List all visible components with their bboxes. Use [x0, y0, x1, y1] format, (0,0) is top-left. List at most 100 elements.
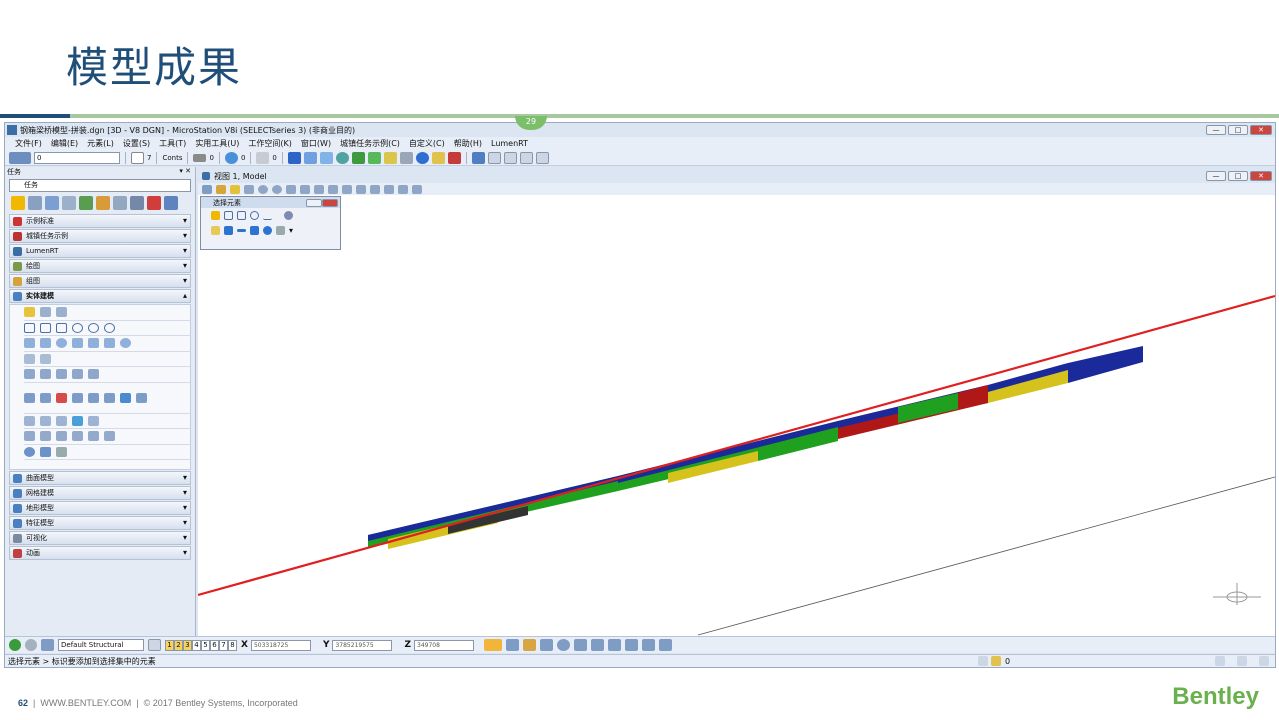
torus-icon[interactable] [104, 338, 115, 349]
view-toggle-5[interactable]: 5 [201, 639, 210, 651]
panel-pin-icon[interactable]: ▾ ✕ [179, 167, 191, 178]
category-mesh-modeling[interactable]: 网格建模 ▾ [9, 486, 191, 500]
element-template-select[interactable]: Default Structural [58, 639, 144, 651]
materials-icon[interactable] [383, 151, 397, 164]
manipulate-icon[interactable] [96, 196, 110, 210]
category-surface-modeling[interactable]: 曲面模型 ▾ [9, 471, 191, 485]
cut-icon[interactable] [72, 392, 83, 403]
category-visualization[interactable]: 可视化 ▾ [9, 531, 191, 545]
subtract-icon[interactable] [56, 392, 67, 403]
shape-select-icon[interactable] [237, 211, 246, 220]
snap-parallel-icon[interactable] [659, 639, 673, 651]
update-view-icon[interactable] [244, 184, 254, 194]
curve-icon[interactable] [56, 307, 67, 318]
sphere-icon[interactable] [56, 338, 67, 349]
circle-select-icon[interactable] [250, 211, 259, 220]
rotate-view-icon[interactable] [314, 184, 324, 194]
revolve-icon[interactable] [40, 369, 51, 380]
snap-tangent-icon[interactable] [625, 639, 639, 651]
menu-window[interactable]: 窗口(W) [301, 138, 331, 149]
ellipse-icon[interactable] [88, 322, 99, 333]
close-icon[interactable]: ✕ [1250, 125, 1272, 135]
view-next-icon[interactable] [356, 184, 366, 194]
view-previous-icon[interactable] [342, 184, 352, 194]
menu-workspace[interactable]: 工作空间(K) [248, 138, 292, 149]
category-feature-model[interactable]: 特征模型 ▾ [9, 516, 191, 530]
design-history-icon[interactable] [1215, 656, 1225, 666]
delete-icon[interactable] [147, 196, 161, 210]
accusnap-icon[interactable] [484, 639, 503, 651]
interference-icon[interactable] [56, 446, 67, 457]
back-icon[interactable] [9, 639, 21, 651]
walk-icon[interactable] [398, 184, 408, 194]
category-town-tasks[interactable]: 城镇任务示例 ▾ [9, 229, 191, 243]
view-groups-icon[interactable] [148, 639, 161, 651]
category-example-standards[interactable]: 示例标准 ▾ [9, 214, 191, 228]
z-input[interactable]: 349708 [414, 639, 475, 651]
category-lumenrt[interactable]: LumenRT ▾ [9, 244, 191, 258]
zoom-out-icon[interactable] [272, 184, 282, 194]
line-weight-icon[interactable] [193, 153, 207, 162]
menu-help[interactable]: 帮助(H) [454, 138, 482, 149]
menu-customize[interactable]: 自定义(C) [409, 138, 445, 149]
draft-icon[interactable] [104, 431, 115, 442]
arc-icon[interactable] [40, 307, 51, 318]
menu-settings[interactable]: 设置(S) [123, 138, 150, 149]
view-iso-icon[interactable] [535, 151, 549, 164]
emboss-icon[interactable] [88, 431, 99, 442]
select-all-icon[interactable] [284, 211, 293, 220]
wedge-icon[interactable] [88, 338, 99, 349]
modify-face-icon[interactable] [24, 415, 35, 426]
fit-view-icon[interactable] [300, 184, 310, 194]
level-select[interactable]: 0 [34, 151, 120, 164]
priority-icon[interactable] [256, 151, 270, 164]
transparency-value[interactable]: 0 [241, 154, 245, 162]
polygon-icon[interactable] [56, 322, 67, 333]
rib-icon[interactable] [72, 431, 83, 442]
intersect-icon[interactable] [40, 392, 51, 403]
cancel-icon[interactable] [447, 151, 461, 164]
models-icon[interactable] [303, 151, 317, 164]
subtract-selection-icon[interactable] [237, 229, 246, 232]
oval-icon[interactable] [104, 322, 115, 333]
measure-icon[interactable] [45, 196, 59, 210]
view-top-icon[interactable] [487, 151, 501, 164]
window-area-icon[interactable] [286, 184, 296, 194]
copy-icon[interactable] [113, 196, 127, 210]
camera-icon[interactable] [370, 184, 380, 194]
menu-tools[interactable]: 工具(T) [159, 138, 186, 149]
active-level-icon[interactable] [991, 656, 1001, 666]
menu-utilities[interactable]: 实用工具(U) [195, 138, 239, 149]
query-icon[interactable] [24, 446, 35, 457]
display-style-view-icon[interactable] [216, 184, 226, 194]
clip-volume-icon[interactable] [384, 184, 394, 194]
snap-intersection-icon[interactable] [608, 639, 622, 651]
minimize-icon[interactable]: — [1206, 125, 1226, 135]
pan-view-icon[interactable] [328, 184, 338, 194]
menu-edit[interactable]: 编辑(E) [51, 138, 78, 149]
level-manager-icon[interactable] [9, 151, 31, 164]
snap-center-icon[interactable] [557, 639, 571, 651]
save-status-icon[interactable] [1237, 656, 1247, 666]
mass-icon[interactable] [40, 446, 51, 457]
undo-icon[interactable] [471, 151, 485, 164]
pointer-icon[interactable] [41, 639, 54, 651]
align-icon[interactable] [72, 415, 83, 426]
shell-icon[interactable] [72, 369, 83, 380]
fillet-icon[interactable] [88, 392, 99, 403]
circle-icon[interactable] [72, 322, 83, 333]
snap-nearest-icon[interactable] [506, 639, 520, 651]
cylinder-icon[interactable] [72, 338, 83, 349]
category-group[interactable]: 组图 ▾ [9, 274, 191, 288]
priority-value[interactable]: 0 [272, 154, 276, 162]
box-icon[interactable] [24, 353, 35, 364]
category-solid-modeling[interactable]: 实体建模 ▴ [9, 289, 191, 303]
snap-origin-icon[interactable] [574, 639, 588, 651]
fence-icon[interactable] [28, 196, 42, 210]
line-select-icon[interactable] [263, 211, 272, 220]
convert-icon[interactable] [88, 415, 99, 426]
model-viewport[interactable] [198, 195, 1275, 637]
view-toggle-3[interactable]: 3 [183, 639, 192, 651]
view-attributes-icon[interactable] [202, 184, 212, 194]
view-toggle-7[interactable]: 7 [219, 639, 228, 651]
